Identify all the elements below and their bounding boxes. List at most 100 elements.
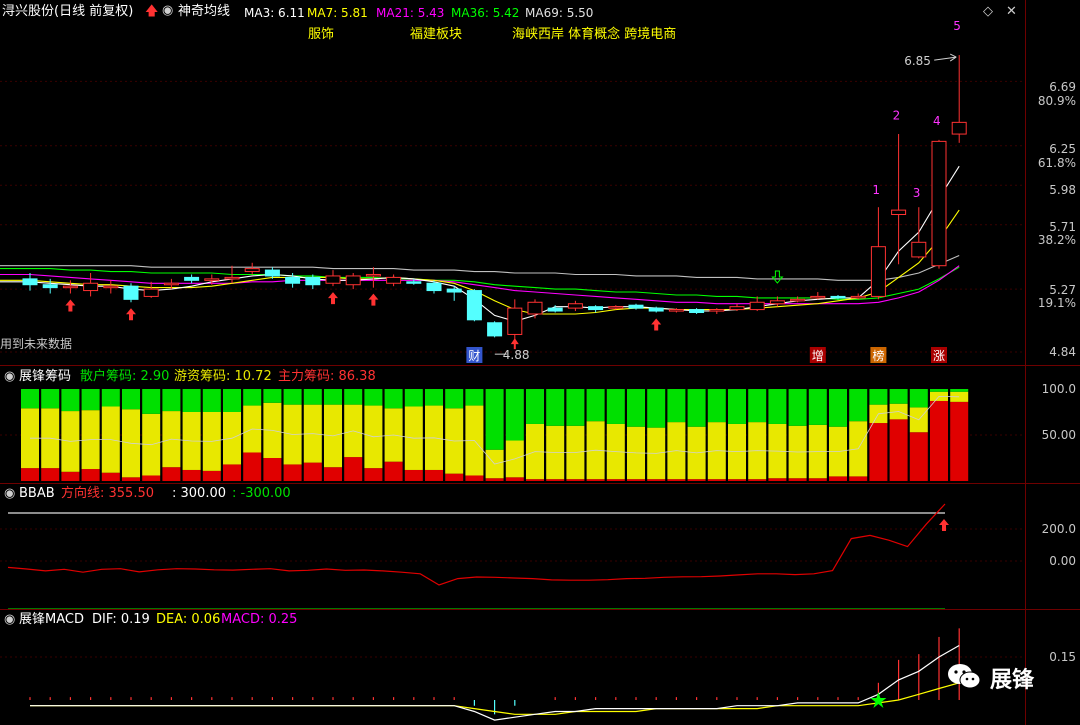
percent-tick: 19.1%	[1037, 296, 1076, 310]
main-chip-bar	[101, 472, 120, 481]
macd-tick: 0.15	[1049, 650, 1076, 664]
event-tag-label: 财	[468, 349, 480, 363]
main-chip-bar	[869, 423, 888, 481]
retail-chip-bar	[465, 389, 484, 406]
main-chip-bar	[243, 452, 262, 481]
retail-chip-bar	[404, 389, 423, 407]
retail-chip-bar	[546, 389, 565, 426]
chip-tick: 50.00	[1041, 428, 1076, 442]
diamond-icon[interactable]: ◇	[983, 4, 993, 20]
candle-body	[628, 304, 644, 309]
candle-body	[365, 273, 381, 277]
high-price-label: 6.85	[904, 54, 931, 68]
retail-chip-bar	[485, 389, 504, 450]
wave-number: 4	[933, 114, 941, 128]
candle-body	[507, 307, 523, 335]
retail-chip-bar	[707, 389, 726, 423]
main-chip-bar	[324, 467, 342, 481]
retail-chip-bar	[950, 389, 969, 392]
event-tag[interactable]: 财	[466, 347, 483, 363]
candle-body	[224, 276, 240, 280]
retail-chip-bar	[122, 389, 140, 410]
main-chip-bar	[505, 477, 524, 481]
event-tag[interactable]: 增	[809, 347, 826, 363]
retail-chip-bar	[566, 389, 585, 426]
candle-body	[426, 282, 442, 292]
retail-chip-bar	[788, 389, 807, 426]
main-chip-bar	[768, 478, 787, 481]
retail-chip-bar	[101, 389, 120, 407]
main-chip-bar	[566, 479, 585, 481]
stock-chart-window: 4.88 6.85 1 2 3 4 5 财增榜涨 浔兴股份(日线 前复权) 🡅 ◉ 神奇均线 …	[0, 0, 1080, 725]
retail-chip-bar	[768, 389, 787, 424]
main-chip-bar	[889, 419, 908, 481]
main-chip-bar	[404, 469, 423, 481]
main-chip-bar	[364, 468, 383, 481]
lower-band-value: : -300.00	[232, 486, 291, 501]
candle-body	[668, 309, 684, 312]
candle-body	[244, 268, 260, 273]
retail-chip-bar	[526, 389, 544, 424]
candle-body	[790, 298, 806, 302]
retail-chip-bar	[142, 389, 161, 414]
candle-body	[143, 288, 159, 297]
main-chip-bar	[909, 432, 928, 481]
main-chip-bar	[465, 475, 484, 481]
buy-arrow-icon	[368, 293, 379, 306]
ma69-value: MA69: 5.50	[525, 6, 594, 20]
retail-chip-bar	[748, 389, 767, 423]
retail-chip-bar	[505, 389, 524, 441]
indicator-menu-chevron-icon[interactable]: ◉	[162, 3, 173, 19]
retail-chip-bar	[283, 389, 302, 405]
main-chip-bar	[788, 478, 807, 481]
pane-divider	[0, 609, 1080, 610]
candle-body	[527, 301, 543, 315]
event-tag[interactable]: 涨	[931, 347, 947, 363]
retail-chip-bar	[223, 389, 241, 412]
chip-title[interactable]: 展锋筹码	[19, 369, 71, 385]
macd-menu-icon[interactable]: ◉	[4, 612, 15, 628]
candle-body	[264, 269, 280, 277]
retail-chip-bar	[667, 389, 686, 423]
candle-body	[911, 241, 927, 258]
main-chip-bar	[667, 479, 686, 481]
candle-body	[466, 290, 482, 321]
candle-body	[830, 295, 846, 299]
chip-menu-icon[interactable]: ◉	[4, 369, 15, 385]
concept-tag[interactable]: 服饰	[308, 27, 334, 43]
close-icon[interactable]: ✕	[1006, 4, 1017, 20]
ma7-value: MA7: 5.81	[307, 6, 368, 20]
retail-chip-bar	[162, 389, 181, 412]
retail-chip-bar	[21, 389, 39, 409]
main-chip-bar	[384, 461, 403, 481]
retail-chip-bar	[849, 389, 868, 422]
bbab-menu-icon[interactable]: ◉	[4, 486, 15, 502]
direction-line	[7, 503, 946, 586]
buy-arrow-icon	[126, 308, 136, 321]
macd-title[interactable]: 展锋MACD	[19, 612, 84, 628]
wave-number: 1	[872, 183, 880, 197]
main-chip-bar	[263, 458, 282, 481]
candle-body	[446, 288, 462, 293]
dif-value: DIF: 0.19	[92, 612, 150, 627]
retail-chip-bar	[81, 389, 100, 411]
buy-arrow-icon	[651, 318, 662, 331]
candle-body	[689, 309, 705, 314]
retail-chip-bar	[889, 389, 908, 404]
concept-tag[interactable]: 海峡西岸 体育概念 跨境电商	[512, 27, 676, 43]
indicator-name[interactable]: 神奇均线	[178, 4, 230, 20]
candle-body	[567, 303, 583, 309]
concept-tag[interactable]: 福建板块	[410, 27, 462, 43]
main-chip-bar	[950, 401, 969, 481]
buy-arrow-icon	[65, 299, 76, 312]
retail-chip-bar	[324, 389, 342, 405]
main-chip-bar	[283, 464, 302, 481]
bbab-title[interactable]: BBAB	[19, 486, 55, 502]
main-chip-bar	[81, 469, 100, 481]
candle-body	[588, 306, 604, 311]
retail-chip-bar	[627, 389, 645, 427]
price-tick: 4.84	[1049, 345, 1076, 359]
retail-chip-bar	[829, 389, 847, 427]
event-tag[interactable]: 榜	[870, 347, 887, 363]
main-chip-bar	[41, 468, 60, 481]
